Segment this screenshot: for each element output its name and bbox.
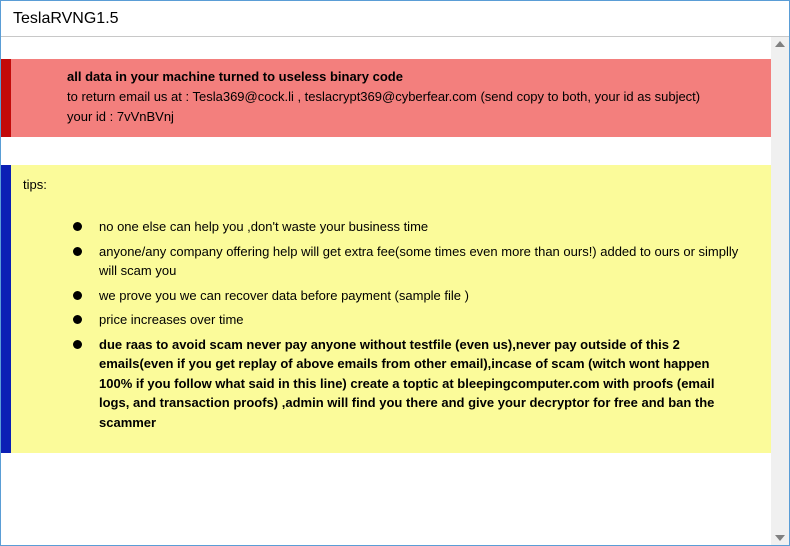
- content-area: all data in your machine turned to usele…: [1, 37, 789, 545]
- warning-stripe: [1, 59, 11, 137]
- list-item: anyone/any company offering help will ge…: [73, 242, 745, 281]
- vertical-scrollbar[interactable]: [771, 37, 789, 545]
- scroll-up-icon[interactable]: [775, 41, 785, 47]
- tips-body: tips: no one else can help you ,don't wa…: [11, 165, 771, 453]
- tips-list: no one else can help you ,don't waste yo…: [73, 217, 745, 432]
- tips-label: tips:: [23, 175, 47, 195]
- warning-contact-line: to return email us at : Tesla369@cock.li…: [67, 87, 757, 107]
- warning-body: all data in your machine turned to usele…: [11, 59, 771, 137]
- list-item: due raas to avoid scam never pay anyone …: [73, 335, 745, 433]
- titlebar[interactable]: TeslaRVNG1.5: [1, 1, 789, 37]
- warning-id-line: your id : 7vVnBVnj: [67, 107, 757, 127]
- tips-stripe: [1, 165, 11, 453]
- tips-panel: tips: no one else can help you ,don't wa…: [1, 165, 771, 453]
- list-item: we prove you we can recover data before …: [73, 286, 745, 306]
- main-content: all data in your machine turned to usele…: [1, 37, 771, 545]
- scroll-down-icon[interactable]: [775, 535, 785, 541]
- warning-heading: all data in your machine turned to usele…: [67, 67, 757, 87]
- window-title: TeslaRVNG1.5: [13, 10, 119, 28]
- app-window: TeslaRVNG1.5 all data in your machine tu…: [0, 0, 790, 546]
- list-item: no one else can help you ,don't waste yo…: [73, 217, 745, 237]
- list-item: price increases over time: [73, 310, 745, 330]
- warning-panel: all data in your machine turned to usele…: [1, 59, 771, 137]
